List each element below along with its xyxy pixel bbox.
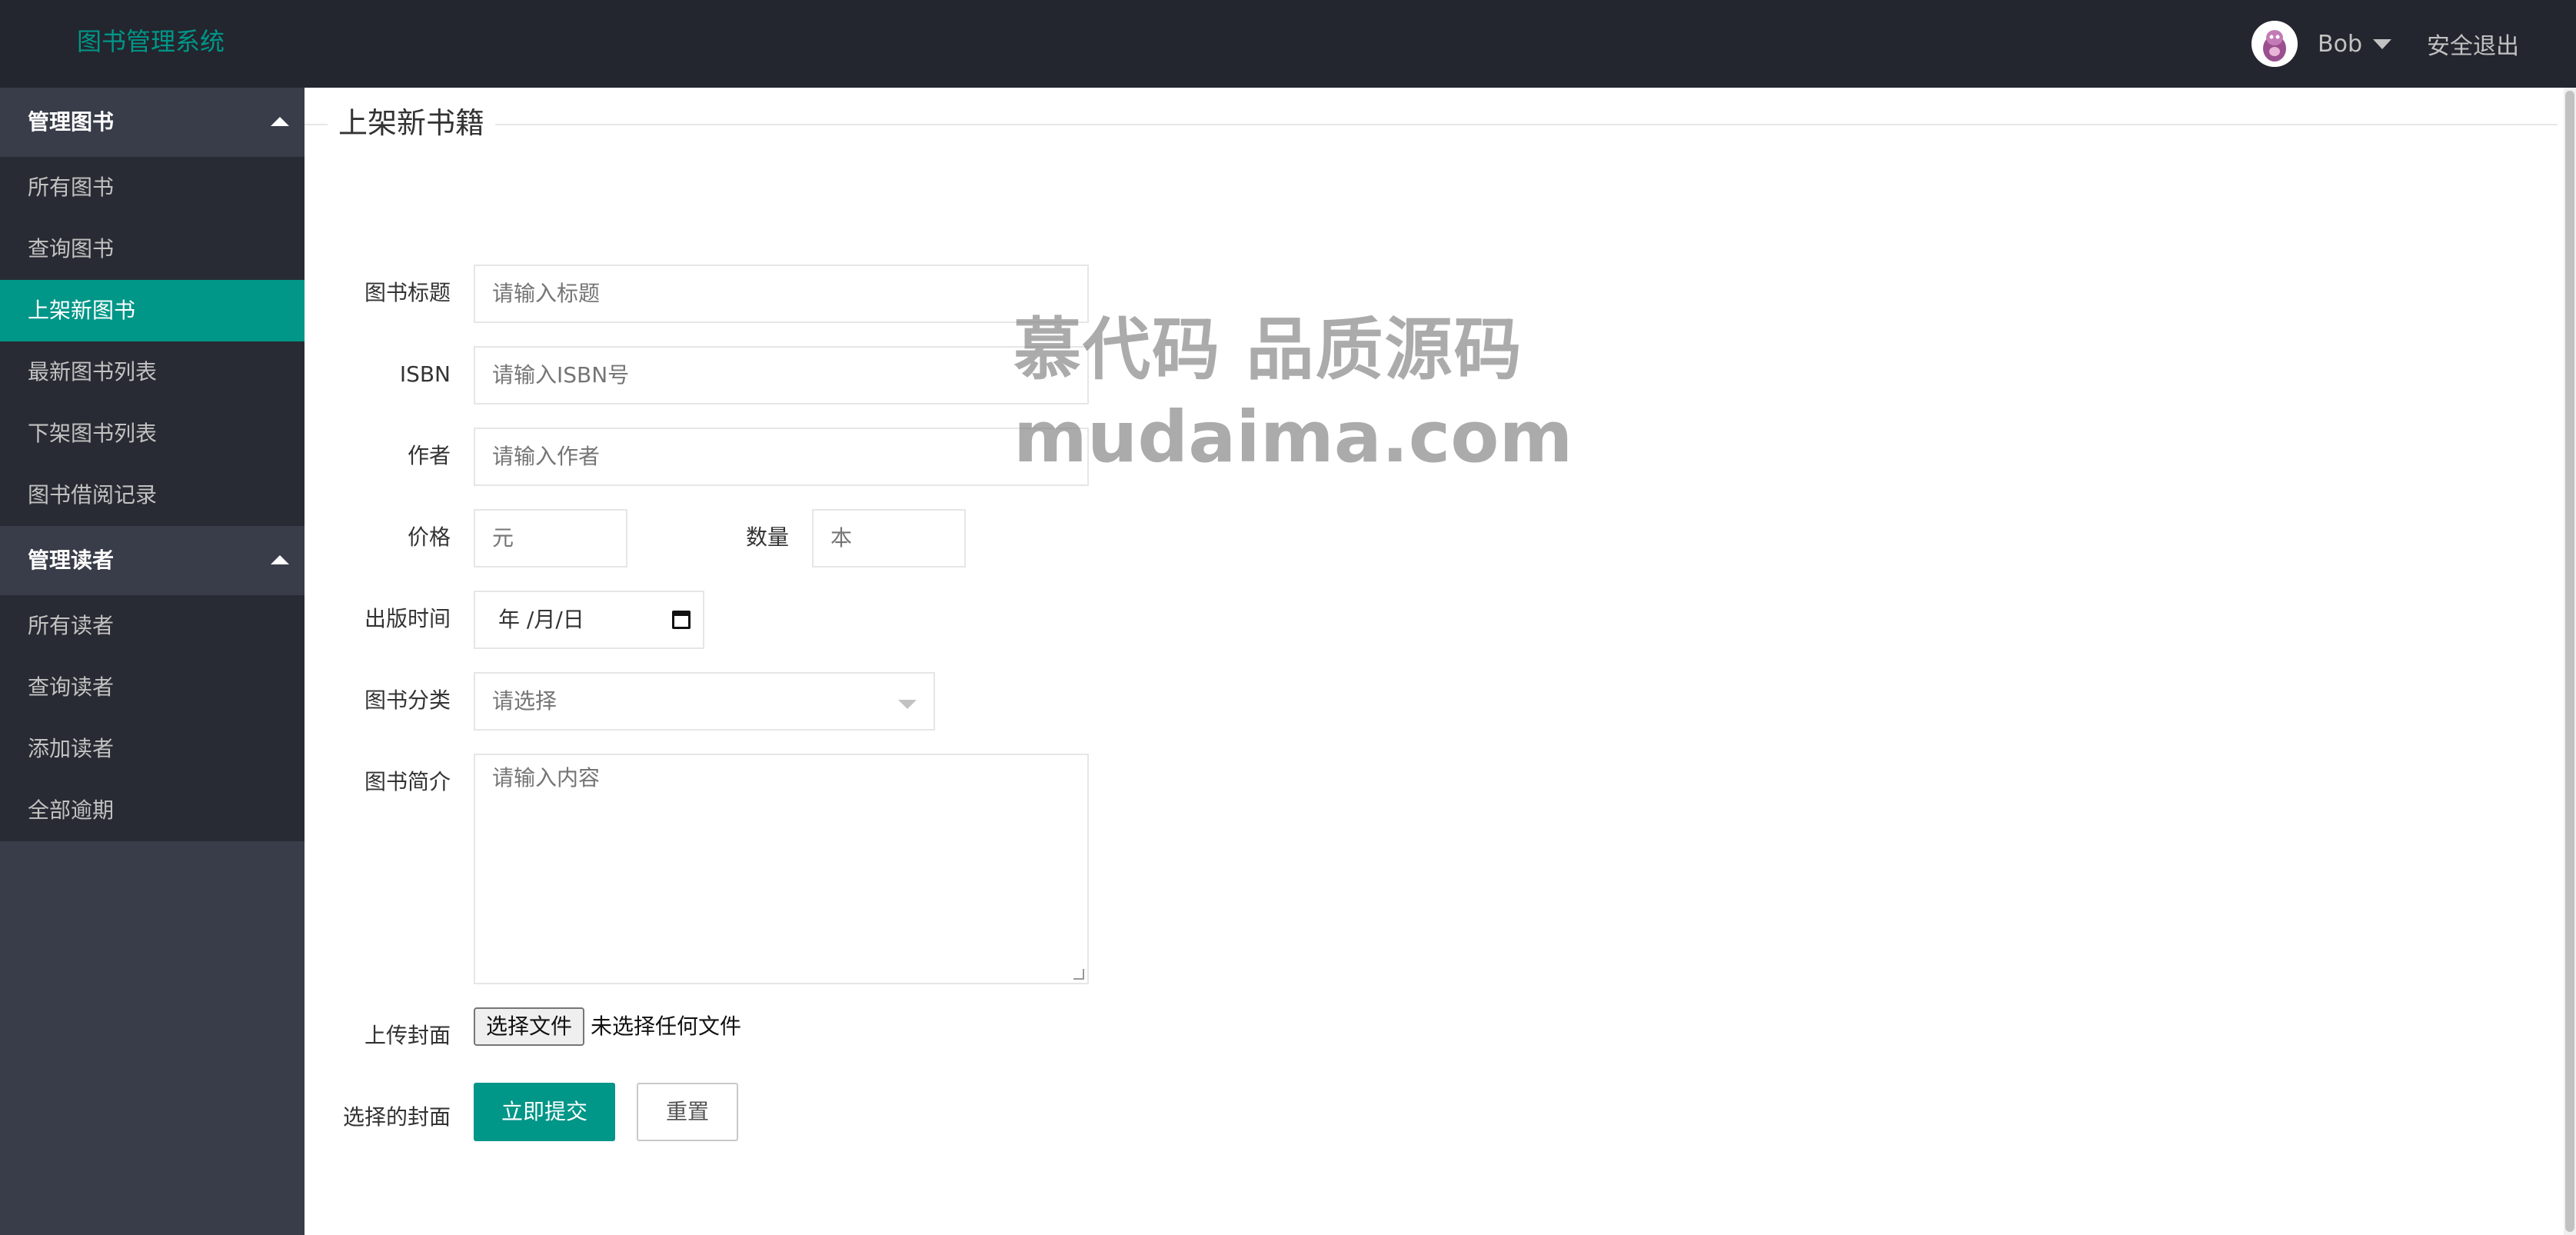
chevron-down-icon [898, 700, 917, 709]
isbn-input[interactable]: 请输入ISBN号 [474, 346, 1089, 404]
summary-label: 图书简介 [364, 769, 451, 794]
summary-textarea[interactable]: 请输入内容 [474, 754, 1089, 984]
sidebar-item-add-reader[interactable]: 添加读者 [0, 718, 305, 780]
avatar-image-icon [2252, 21, 2298, 67]
avatar[interactable] [2252, 21, 2298, 67]
price-label: 价格 [407, 524, 451, 550]
choose-file-button[interactable]: 选择文件 [474, 1007, 585, 1046]
sidebar-item-all-books[interactable]: 所有图书 [0, 157, 305, 218]
title-label: 图书标题 [364, 280, 451, 305]
submit-button[interactable]: 立即提交 [474, 1083, 615, 1141]
cover-label: 上传封面 [364, 1023, 451, 1048]
author-label: 作者 [407, 443, 451, 468]
top-header: 图书管理系统 Bob 安全退出 [0, 0, 2576, 88]
sidebar-item-overdue[interactable]: 全部逾期 [0, 780, 305, 841]
sidebar-group-label: 管理读者 [28, 548, 115, 573]
isbn-label: ISBN [399, 361, 451, 387]
user-area: Bob 安全退出 [2252, 0, 2519, 88]
caret-up-icon [271, 117, 289, 126]
sidebar-group-books-items: 所有图书 查询图书 上架新图书 最新图书列表 下架图书列表 图书借阅记录 [0, 157, 305, 526]
calendar-icon[interactable] [672, 611, 691, 629]
sidebar-group-readers-items: 所有读者 查询读者 添加读者 全部逾期 [0, 595, 305, 841]
legend-divider [305, 124, 2558, 125]
sidebar-item-all-readers[interactable]: 所有读者 [0, 595, 305, 657]
sidebar-item-latest-books[interactable]: 最新图书列表 [0, 341, 305, 403]
sidebar-group-label: 管理图书 [28, 109, 115, 135]
main-content: 上架新书籍 图书标题 请输入标题 ISBN 请输入ISBN号 作者 请输入作者 … [305, 88, 2576, 1235]
category-select[interactable]: 请选择 [474, 672, 935, 731]
sidebar-item-add-book[interactable]: 上架新图书 [0, 280, 305, 341]
sidebar-item-borrow-records[interactable]: 图书借阅记录 [0, 464, 305, 526]
category-placeholder: 请选择 [492, 688, 557, 714]
quantity-input[interactable]: 本 [812, 509, 966, 568]
sidebar-group-readers[interactable]: 管理读者 [0, 526, 305, 595]
scrollbar[interactable] [2564, 88, 2576, 1235]
scrollbar-thumb[interactable] [2565, 91, 2574, 1232]
author-input[interactable]: 请输入作者 [474, 428, 1089, 486]
category-label: 图书分类 [364, 687, 451, 713]
price-input[interactable]: 元 [474, 509, 627, 568]
app-logo-title[interactable]: 图书管理系统 [77, 23, 225, 60]
file-status-text: 未选择任何文件 [591, 1014, 742, 1039]
sidebar-group-books[interactable]: 管理图书 [0, 88, 305, 157]
selected-cover-label: 选择的封面 [342, 1104, 451, 1130]
caret-up-icon [271, 555, 289, 564]
sidebar: 管理图书 所有图书 查询图书 上架新图书 最新图书列表 下架图书列表 图书借阅记… [0, 88, 305, 1235]
publish-date-input[interactable]: 年 /月/日 [474, 591, 704, 649]
quantity-label: 数量 [745, 524, 789, 550]
publish-date-label: 出版时间 [364, 606, 451, 631]
sidebar-item-search-books[interactable]: 查询图书 [0, 218, 305, 280]
reset-button[interactable]: 重置 [637, 1083, 738, 1141]
publish-date-value: 年 /月/日 [498, 607, 584, 632]
user-name[interactable]: Bob [2318, 31, 2362, 58]
sidebar-item-removed-books[interactable]: 下架图书列表 [0, 403, 305, 464]
caret-down-icon[interactable] [2373, 38, 2391, 49]
page-title: 上架新书籍 [328, 102, 496, 145]
summary-placeholder: 请输入内容 [492, 765, 601, 791]
sidebar-item-search-readers[interactable]: 查询读者 [0, 657, 305, 718]
title-input[interactable]: 请输入标题 [474, 265, 1089, 323]
resize-handle-icon[interactable] [1073, 969, 1084, 980]
logout-link[interactable]: 安全退出 [2427, 27, 2519, 61]
